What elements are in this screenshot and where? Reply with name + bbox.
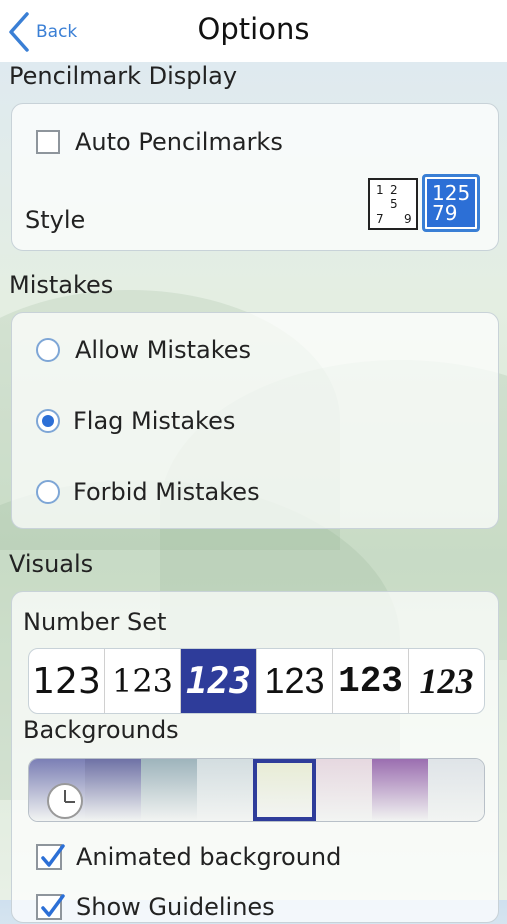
background-option[interactable] [140,759,197,821]
backgrounds-label: Backgrounds [23,716,179,744]
style-list-preview: 125 79 [427,179,475,227]
radio-forbid-mistakes[interactable] [36,480,60,504]
background-option[interactable] [29,759,85,821]
pencilmark-style-corner-option[interactable]: 1 2 5 7 9 [368,178,418,230]
flag-mistakes-label: Flag Mistakes [73,407,236,435]
pencilmark-card: Auto Pencilmarks Style 1 2 5 7 9 125 79 [11,103,499,251]
style-digit: 5 [390,197,398,211]
section-heading-pencilmark: Pencilmark Display [9,62,238,90]
background-option[interactable] [428,759,484,821]
number-set-option[interactable]: 123 [105,649,181,713]
page-title: Options [197,12,310,46]
auto-pencilmarks-checkbox[interactable] [36,130,60,154]
number-set-option[interactable]: 123 [409,649,484,713]
visuals-card: Number Set 123 123 123 123 123 123 Backg… [11,591,499,923]
section-heading-visuals: Visuals [9,550,94,578]
mistake-option-flag[interactable]: Flag Mistakes [12,405,498,437]
background-option[interactable] [372,759,429,821]
mistake-option-forbid[interactable]: Forbid Mistakes [12,476,498,508]
section-heading-mistakes: Mistakes [9,271,114,299]
clock-icon [47,783,83,819]
style-digit: 9 [404,212,412,226]
radio-flag-mistakes[interactable] [36,409,60,433]
forbid-mistakes-label: Forbid Mistakes [73,478,260,506]
allow-mistakes-label: Allow Mistakes [75,336,252,364]
animated-background-label: Animated background [76,843,342,871]
style-label: Style [25,206,86,234]
radio-allow-mistakes[interactable] [36,338,60,362]
number-set-option[interactable]: 123 [333,649,409,713]
background-option[interactable] [316,759,373,821]
style-digit: 1 [376,183,384,197]
background-selector [28,758,485,822]
mistake-option-allow[interactable]: Allow Mistakes [12,334,498,366]
animated-background-row[interactable]: Animated background [12,840,498,874]
auto-pencilmarks-row[interactable]: Auto Pencilmarks [12,126,498,158]
style-digit: 7 [376,212,384,226]
show-guidelines-checkbox[interactable] [36,894,65,920]
number-set-selector: 123 123 123 123 123 123 [28,648,485,714]
pencilmark-style-list-option[interactable]: 125 79 [422,174,480,232]
style-list-line: 79 [432,201,458,225]
number-set-option[interactable]: 123 [257,649,333,713]
background-option[interactable] [84,759,141,821]
number-set-option-selected[interactable]: 123 [181,649,257,713]
number-set-label: Number Set [23,608,167,636]
style-digit: 2 [390,183,398,197]
checkmark-icon [41,894,65,917]
auto-pencilmarks-label: Auto Pencilmarks [75,128,283,156]
show-guidelines-label: Show Guidelines [76,893,275,921]
animated-background-checkbox[interactable] [36,844,65,870]
checkmark-icon [41,844,65,867]
mistakes-card: Allow Mistakes Flag Mistakes Forbid Mist… [11,312,499,529]
background-option[interactable] [196,759,253,821]
background-option-selected[interactable] [252,759,317,821]
number-set-option[interactable]: 123 [29,649,105,713]
navigation-bar: Back Options [0,0,507,62]
show-guidelines-row[interactable]: Show Guidelines [12,890,498,924]
